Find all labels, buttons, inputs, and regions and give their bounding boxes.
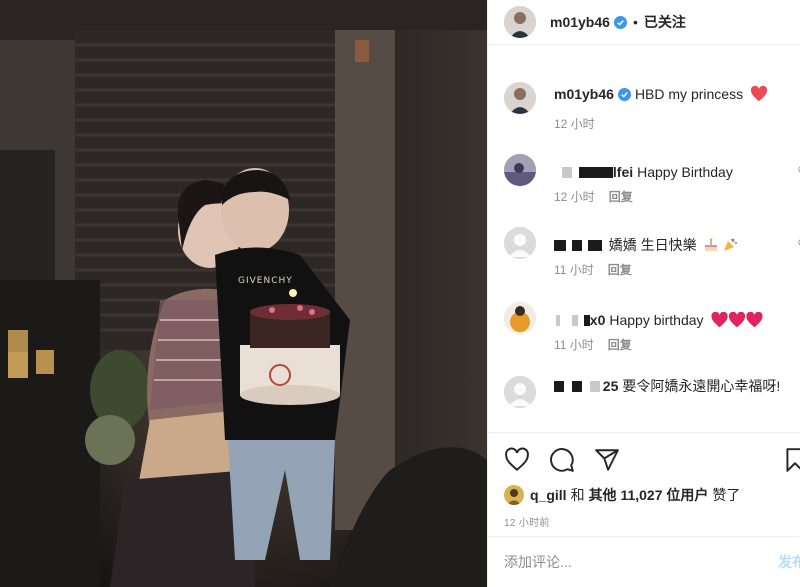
reply-button[interactable]: 回复 — [608, 338, 632, 352]
comment-meta: 11 小时 回复 — [554, 261, 632, 278]
liker-username[interactable]: q_gill — [530, 487, 567, 503]
follow-status-button[interactable]: 已关注 — [644, 12, 686, 32]
shirt-print: GIVENCHY — [238, 276, 293, 286]
photo-scene: GIVENCHY — [0, 0, 487, 587]
verified-badge-icon — [613, 15, 627, 29]
post-comment-button[interactable]: 发布 — [778, 552, 800, 572]
comment-username[interactable]: x0 — [590, 312, 606, 328]
commenter-avatar[interactable] — [504, 154, 536, 186]
post-details-panel: m01yb46 • 已关注 m01yb46 HBD my princess 12 … — [487, 0, 800, 587]
share-icon[interactable] — [594, 447, 620, 473]
caption-item: m01yb46 HBD my princess 12 小时 — [504, 82, 800, 132]
author-username[interactable]: m01yb46 — [550, 14, 610, 30]
comment-text: 25 要令阿嬌永遠開心幸福呀! — [554, 376, 800, 396]
add-comment-bar: 发布 — [488, 536, 800, 587]
likes-summary: q_gill 和 其他 11,027 位用户 赞了 — [504, 485, 740, 505]
comment-body: 要令阿嬌永遠開心幸福呀! — [622, 378, 781, 394]
redacted-mark — [554, 240, 566, 251]
three-red-hearts-emoji-icon — [711, 311, 763, 328]
cake-emoji-icon — [704, 238, 717, 251]
comment-text: lfei Happy Birthday — [554, 163, 800, 181]
comment-body: 嬌嬌 生日快樂 — [608, 237, 697, 253]
verified-badge-icon — [617, 88, 631, 101]
separator-dot: • — [632, 14, 638, 30]
comment-item: x0 Happy birthday 11 小时 回复 — [504, 302, 800, 352]
comment-time: 11 小时 — [554, 338, 594, 352]
post-photo[interactable]: GIVENCHY — [0, 0, 487, 587]
caption-username[interactable]: m01yb46 — [554, 86, 614, 102]
caption-text: m01yb46 HBD my princess — [554, 85, 800, 103]
comment-meta: 11 小时 回复 — [554, 336, 632, 353]
redacted-mark — [562, 167, 572, 178]
author-avatar[interactable] — [504, 82, 536, 114]
comment-time: 12 小时 — [554, 190, 595, 204]
heart-icon[interactable] — [504, 447, 530, 473]
redacted-mark — [578, 167, 613, 178]
comment-username[interactable]: 25 — [603, 378, 619, 394]
commenter-avatar[interactable] — [504, 302, 536, 334]
likes-conj: 和 — [570, 487, 585, 503]
comment-text: 嬌嬌 生日快樂 — [554, 236, 800, 254]
redacted-mark — [571, 240, 582, 251]
likes-suffix: 赞了 — [712, 487, 741, 503]
reply-button[interactable]: 回复 — [608, 263, 632, 277]
bookmark-icon[interactable] — [782, 447, 800, 473]
commenter-avatar-default[interactable] — [504, 376, 536, 408]
comment-username[interactable]: lfei — [613, 164, 633, 180]
comment-meta: 12 小时 回复 — [554, 188, 633, 205]
comment-item: 嬌嬌 生日快樂 11 小时 回复 — [504, 227, 800, 277]
redacted-mark — [571, 381, 582, 392]
reply-button[interactable]: 回复 — [609, 190, 633, 204]
comment-time: 11 小时 — [554, 263, 594, 277]
comment-text: x0 Happy birthday — [554, 311, 800, 329]
action-bar — [488, 432, 800, 487]
comment-body: Happy birthday — [609, 312, 704, 328]
party-popper-icon — [724, 238, 738, 251]
liker-avatar[interactable] — [504, 485, 524, 505]
redacted-mark — [583, 315, 590, 326]
redacted-mark — [571, 315, 578, 326]
author-avatar[interactable] — [504, 6, 536, 38]
comment-item: 25 要令阿嬌永遠開心幸福呀! — [504, 376, 800, 432]
comment-item: lfei Happy Birthday 12 小时 回复 — [504, 154, 800, 204]
redacted-mark — [589, 381, 600, 392]
redacted-mark — [587, 240, 602, 251]
redacted-mark — [554, 381, 564, 392]
redacted-mark — [556, 315, 560, 326]
caption-time: 12 小时 — [554, 117, 595, 131]
comment-icon[interactable] — [549, 447, 575, 473]
caption-body: HBD my princess — [634, 86, 744, 102]
others-likes-link[interactable]: 其他 11,027 位用户 — [589, 485, 709, 505]
post-header: m01yb46 • 已关注 — [488, 0, 800, 45]
comment-input[interactable] — [504, 554, 754, 570]
red-heart-emoji-icon — [750, 85, 768, 102]
commenter-avatar-default[interactable] — [504, 227, 536, 259]
post-timestamp[interactable]: 12 小时前 — [504, 514, 550, 529]
comment-body: Happy Birthday — [637, 164, 733, 180]
